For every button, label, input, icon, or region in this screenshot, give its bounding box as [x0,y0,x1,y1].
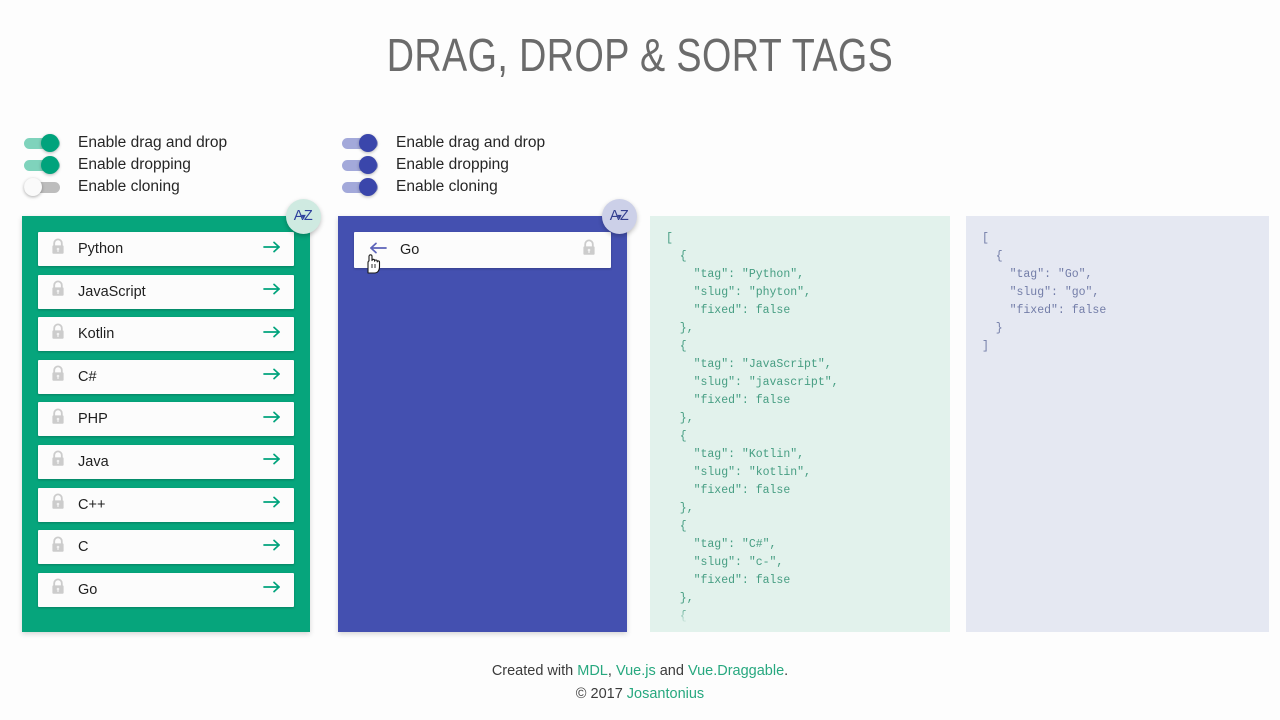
target-options-group: Enable drag and drop Enable dropping Ena… [342,132,545,198]
lock-icon [50,280,68,303]
lock-icon [50,323,68,346]
footer-period: . [784,663,789,679]
toggle-thumb [359,134,377,152]
arrow-right-icon[interactable] [262,239,282,260]
tag-label: Go [400,242,420,258]
tag-item[interactable]: C++ [38,487,294,522]
lock-icon [50,536,68,559]
panels-row: Python JavaScript Kotlin C# PHP Java C++ C Go AZ… [0,199,1280,632]
switch-row-source-cloning[interactable]: Enable cloning [24,176,227,198]
toggle-thumb [41,134,59,152]
arrow-right-icon[interactable] [262,494,282,515]
tag-item[interactable]: Go [354,232,611,268]
tag-item[interactable]: C# [38,359,294,394]
tag-label: PHP [78,411,108,428]
footer-sep-2: and [655,663,688,679]
lock-icon [581,239,599,262]
tag-item[interactable]: Java [38,444,294,479]
switch-row-target-drag[interactable]: Enable drag and drop [342,132,545,154]
tag-item[interactable]: PHP [38,402,294,437]
toggle-thumb [24,178,42,196]
tag-item[interactable]: JavaScript [38,274,294,309]
toggle-source-drag-and-drop-label: Enable drag and drop [78,134,228,151]
tag-label: Go [78,581,98,598]
tag-label: C [78,539,89,556]
arrow-right-icon[interactable] [262,409,282,430]
lock-icon [50,238,68,261]
tag-item[interactable]: Kotlin [38,317,294,352]
toggle-thumb [359,156,377,174]
toggle-source-cloning[interactable] [24,176,60,198]
source-json-output: [ { "tag": "Python", "slug": "phyton", "… [650,216,950,632]
toggle-target-cloning[interactable] [342,176,378,198]
arrow-right-icon[interactable] [262,579,282,600]
target-tag-list[interactable]: Go [354,232,611,268]
toggle-target-drag-and-drop[interactable] [342,132,378,154]
app-root: DRAG, DROP & SORT TAGS Enable drag and d… [0,0,1280,720]
lock-icon [50,493,68,516]
tag-label: C# [78,368,97,385]
target-json-output: [ { "tag": "Go", "slug": "go", "fixed": … [966,216,1269,632]
tag-label: C++ [78,496,106,513]
toggle-thumb [41,156,59,174]
footer-copyright-prefix: © 2017 [575,686,627,702]
tag-item[interactable]: Go [38,572,294,607]
switch-row-source-dropping[interactable]: Enable dropping [24,154,227,176]
toggle-source-dropping[interactable] [24,154,60,176]
tag-label: Kotlin [78,326,115,343]
toggle-thumb [359,178,377,196]
tag-label: Python [78,241,124,257]
link-mdl[interactable]: MDL [577,663,608,679]
toggle-target-drag-and-drop-label: Enable drag and drop [396,134,546,151]
source-options-group: Enable drag and drop Enable dropping Ena… [24,132,227,198]
toggle-target-dropping-label: Enable dropping [396,156,509,173]
sort-alpha-down-icon: ▾ [301,211,306,222]
arrow-right-icon[interactable] [262,537,282,558]
tag-item[interactable]: Python [38,232,294,266]
footer: Created with MDL, Vue.js and Vue.Draggab… [0,660,1280,706]
toggle-source-dropping-label: Enable dropping [78,156,191,173]
source-tag-list[interactable]: Python JavaScript Kotlin C# PHP Java C++ C Go [38,232,294,607]
arrow-right-icon[interactable] [262,451,282,472]
arrow-left-icon[interactable] [368,240,388,261]
link-vue-draggable[interactable]: Vue.Draggable [688,663,784,679]
arrow-right-icon[interactable] [262,366,282,387]
lock-icon [50,408,68,431]
toggle-target-dropping[interactable] [342,154,378,176]
link-author[interactable]: Josantonius [627,686,704,702]
tag-label: Java [78,453,109,470]
switch-row-target-cloning[interactable]: Enable cloning [342,176,545,198]
tag-item[interactable]: C [38,530,294,565]
source-json-text: [ { "tag": "Python", "slug": "phyton", "… [666,232,839,632]
sort-alpha-down-icon: ▾ [617,211,622,222]
target-tag-panel[interactable]: Go [338,216,627,632]
tag-label: JavaScript [78,283,146,300]
sort-source-button[interactable]: AZ ▾ [286,199,321,234]
switch-row-source-drag[interactable]: Enable drag and drop [24,132,227,154]
footer-created-prefix: Created with [491,663,578,679]
footer-sep-1: , [607,663,616,679]
source-tag-panel[interactable]: Python JavaScript Kotlin C# PHP Java C++ C Go [22,216,310,632]
toggle-source-drag-and-drop[interactable] [24,132,60,154]
sort-target-button[interactable]: AZ ▾ [602,199,637,234]
footer-copyright: © 2017 Josantonius [0,683,1280,706]
toggle-source-cloning-label: Enable cloning [78,178,180,195]
arrow-right-icon[interactable] [262,281,282,302]
lock-icon [50,450,68,473]
page-title: DRAG, DROP & SORT TAGS [386,29,894,81]
link-vuejs[interactable]: Vue.js [616,663,656,679]
toggle-target-cloning-label: Enable cloning [396,178,498,195]
switch-row-target-dropping[interactable]: Enable dropping [342,154,545,176]
target-json-text: [ { "tag": "Go", "slug": "go", "fixed": … [982,232,1107,353]
arrow-right-icon[interactable] [262,324,282,345]
lock-icon [50,365,68,388]
lock-icon [50,578,68,601]
